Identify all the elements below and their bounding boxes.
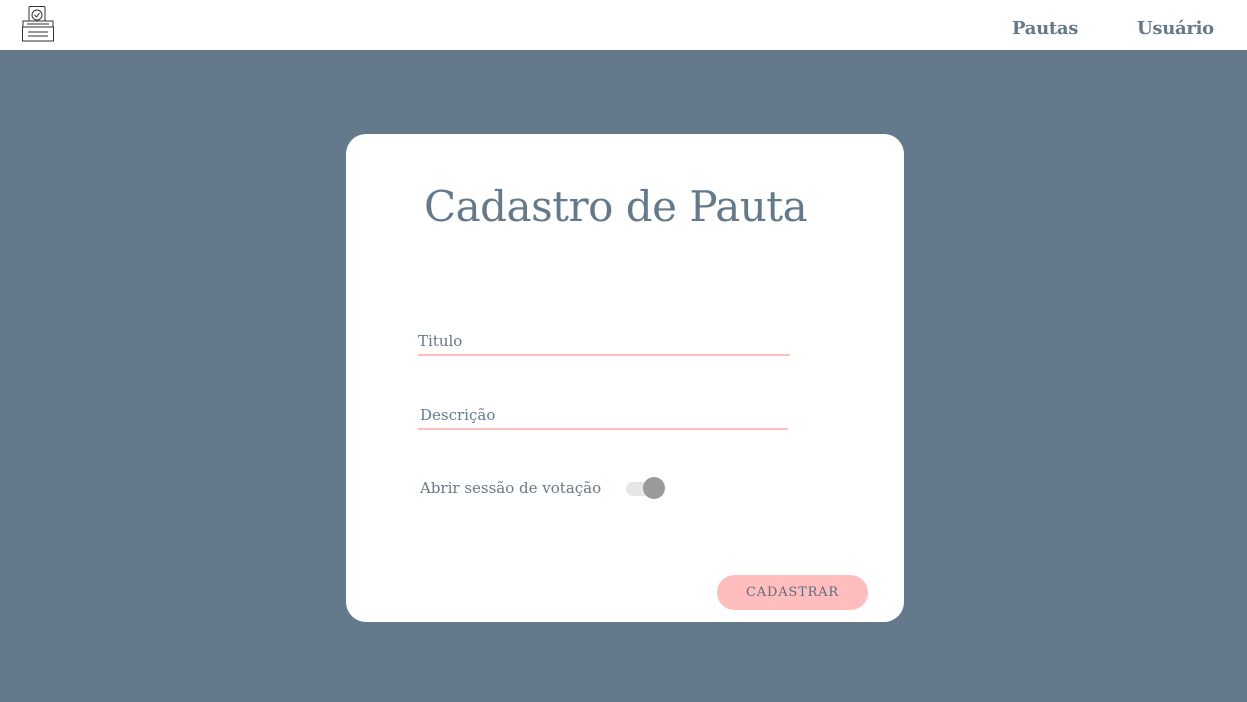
- nav-link-pautas[interactable]: Pautas: [1012, 18, 1078, 40]
- nav-link-usuario[interactable]: Usuário: [1137, 18, 1214, 40]
- toggle-thumb: [643, 477, 665, 499]
- descricao-field-wrapper: [418, 405, 788, 430]
- voting-session-toggle[interactable]: [624, 477, 666, 501]
- titulo-input[interactable]: [418, 331, 790, 356]
- titulo-field-wrapper: [418, 331, 790, 356]
- ballot-box-icon[interactable]: [20, 5, 56, 43]
- cadastrar-button[interactable]: CADASTRAR: [717, 575, 868, 610]
- top-navbar: Pautas Usuário: [0, 0, 1247, 50]
- page-title: Cadastro de Pauta: [424, 182, 808, 231]
- pauta-form-card: Cadastro de Pauta Abrir sessão de votaçã…: [346, 134, 904, 622]
- voting-session-toggle-label: Abrir sessão de votação: [420, 479, 602, 497]
- descricao-input[interactable]: [418, 405, 788, 430]
